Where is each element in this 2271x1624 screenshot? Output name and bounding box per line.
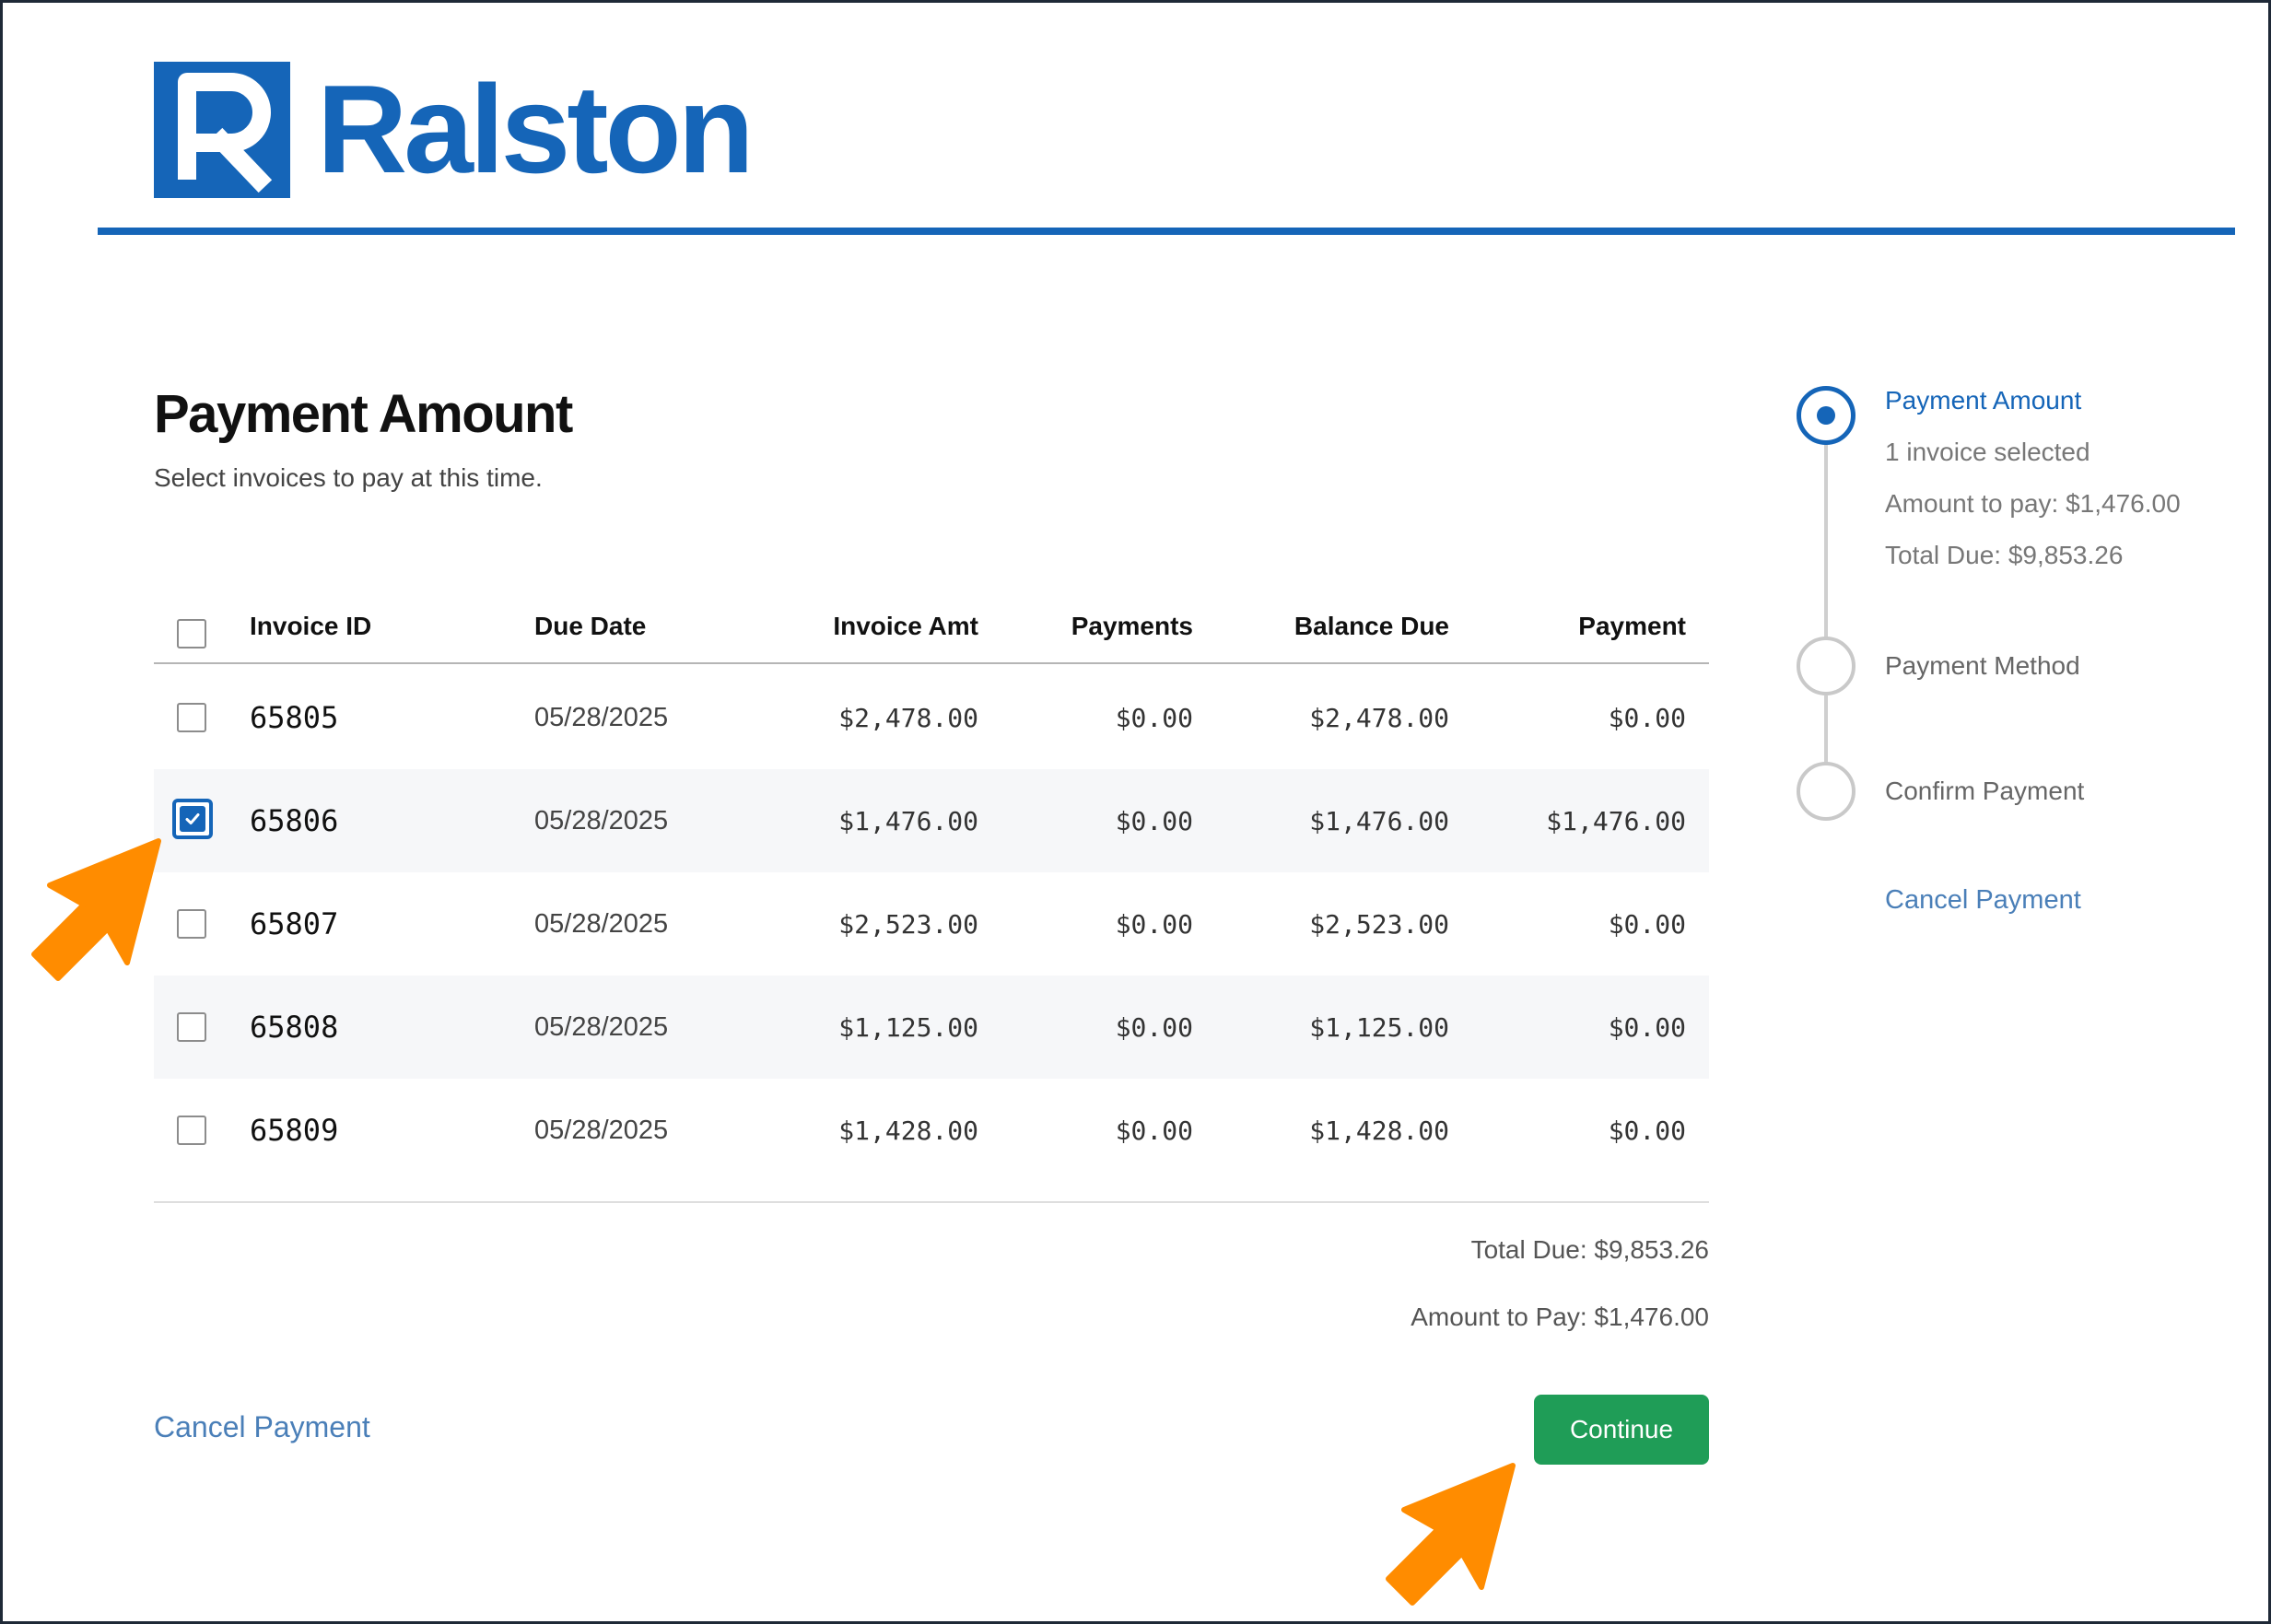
header-invoice-amt[interactable]: Invoice Amt — [833, 590, 978, 662]
step-active-indicator — [1797, 386, 1855, 445]
step-indicator — [1797, 762, 1855, 821]
invoice-id: 65806 — [250, 803, 339, 838]
table-row[interactable]: 65807 05/28/2025 $2,523.00 $0.00 $2,523.… — [154, 872, 1709, 976]
total-due: Total Due: $9,853.26 — [1470, 1235, 1709, 1264]
header-payments[interactable]: Payments — [1071, 590, 1193, 662]
table-row[interactable]: 65809 05/28/2025 $1,428.00 $0.00 $1,428.… — [154, 1079, 1709, 1182]
table-header-row: Invoice ID Due Date Invoice Amt Payments… — [154, 590, 1709, 664]
balance-due: $2,478.00 — [1309, 702, 1449, 733]
payment: $1,476.00 — [1546, 805, 1686, 836]
invoice-amt: $2,478.00 — [838, 702, 978, 733]
table-row[interactable]: 65808 05/28/2025 $1,125.00 $0.00 $1,125.… — [154, 976, 1709, 1079]
select-all-checkbox[interactable] — [177, 619, 206, 648]
orange-pointer-arrow-icon — [31, 838, 161, 981]
ralston-logo-mark — [154, 62, 290, 198]
table-bottom-divider — [154, 1201, 1709, 1203]
invoice-id: 65805 — [250, 700, 339, 735]
due-date: 05/28/2025 — [534, 1115, 669, 1145]
row-checkbox-checked[interactable] — [172, 799, 213, 839]
row-checkbox[interactable] — [177, 1012, 206, 1042]
header-balance-due[interactable]: Balance Due — [1294, 590, 1449, 662]
continue-button[interactable]: Continue — [1534, 1395, 1709, 1465]
step-payment-amount: Payment Amount — [1885, 386, 2082, 415]
header-payment[interactable]: Payment — [1578, 590, 1686, 662]
brand-name: Ralston — [317, 59, 755, 199]
payments: $0.00 — [1115, 702, 1193, 733]
due-date: 05/28/2025 — [534, 805, 669, 835]
step-indicator — [1797, 637, 1855, 695]
cancel-payment-link[interactable]: Cancel Payment — [154, 1410, 370, 1444]
row-checkbox[interactable] — [177, 1116, 206, 1145]
invoice-amt: $1,476.00 — [838, 805, 978, 836]
sidebar-cancel-payment-link[interactable]: Cancel Payment — [1885, 885, 2081, 916]
payment: $0.00 — [1608, 702, 1686, 733]
due-date: 05/28/2025 — [534, 1011, 669, 1042]
row-checkbox[interactable] — [177, 703, 206, 732]
balance-due: $1,476.00 — [1309, 805, 1449, 836]
header-due-date[interactable]: Due Date — [534, 590, 646, 662]
table-row-selected[interactable]: 65806 05/28/2025 $1,476.00 $0.00 $1,476.… — [154, 769, 1709, 872]
payments: $0.00 — [1115, 1011, 1193, 1043]
payment: $0.00 — [1608, 908, 1686, 940]
step-detail-total-due: Total Due: $9,853.26 — [1885, 541, 2124, 569]
balance-due: $2,523.00 — [1309, 908, 1449, 940]
checkmark-icon — [180, 806, 205, 832]
step-detail-invoice-count: 1 invoice selected — [1885, 438, 2090, 466]
table-row[interactable]: 65805 05/28/2025 $2,478.00 $0.00 $2,478.… — [154, 666, 1709, 769]
header-invoice-id[interactable]: Invoice ID — [250, 590, 371, 662]
header-divider — [98, 228, 2235, 235]
step-payment-method: Payment Method — [1885, 651, 2080, 680]
page-subtitle: Select invoices to pay at this time. — [154, 463, 543, 492]
due-date: 05/28/2025 — [534, 702, 669, 732]
payment: $0.00 — [1608, 1011, 1686, 1043]
payment: $0.00 — [1608, 1115, 1686, 1146]
stepper-connector — [1824, 419, 1828, 640]
step-detail-amount-to-pay: Amount to pay: $1,476.00 — [1885, 489, 2181, 518]
payments: $0.00 — [1115, 908, 1193, 940]
balance-due: $1,125.00 — [1309, 1011, 1449, 1043]
logo-r-icon — [178, 73, 273, 193]
invoice-id: 65809 — [250, 1113, 339, 1148]
payments: $0.00 — [1115, 805, 1193, 836]
invoice-amt: $2,523.00 — [838, 908, 978, 940]
amount-to-pay: Amount to Pay: $1,476.00 — [1411, 1303, 1709, 1331]
page-title: Payment Amount — [154, 384, 573, 444]
due-date: 05/28/2025 — [534, 908, 669, 939]
balance-due: $1,428.00 — [1309, 1115, 1449, 1146]
invoice-id: 65807 — [250, 906, 339, 941]
payments: $0.00 — [1115, 1115, 1193, 1146]
orange-pointer-arrow-icon — [1386, 1463, 1516, 1606]
invoice-amt: $1,125.00 — [838, 1011, 978, 1043]
row-checkbox[interactable] — [177, 909, 206, 939]
invoice-amt: $1,428.00 — [838, 1115, 978, 1146]
step-confirm-payment: Confirm Payment — [1885, 777, 2085, 805]
invoice-id: 65808 — [250, 1010, 339, 1045]
